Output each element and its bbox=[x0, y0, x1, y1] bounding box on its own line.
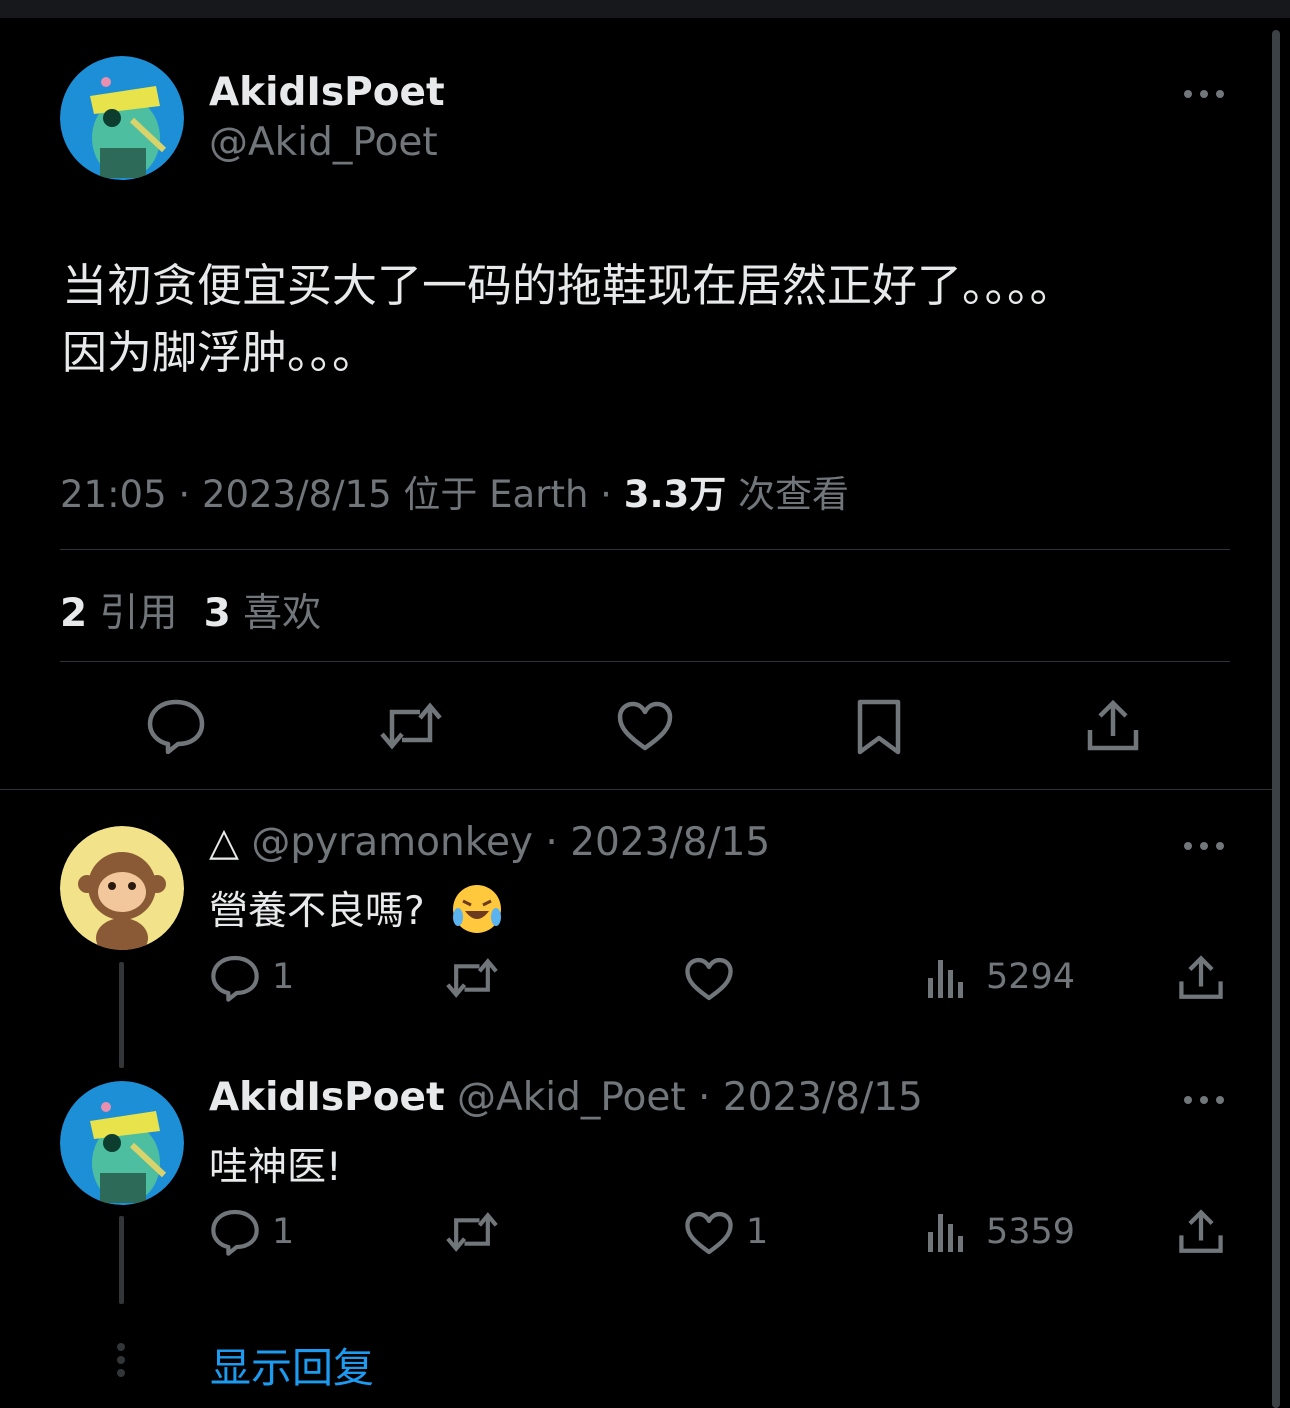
reply-text: 哇神医! bbox=[209, 1145, 342, 1190]
likes-count: 3 bbox=[203, 591, 231, 636]
share-icon[interactable] bbox=[1086, 698, 1140, 754]
reply-icon[interactable] bbox=[210, 954, 260, 1002]
reply-text-content: 營養不良嗎? bbox=[209, 889, 425, 934]
views-label: 次查看 bbox=[738, 473, 850, 516]
retweet-icon[interactable] bbox=[378, 702, 444, 750]
likes-stat[interactable]: 3 喜欢 bbox=[204, 591, 322, 636]
reply-date[interactable]: 2023/8/15 bbox=[723, 1075, 923, 1120]
quotes-count: 2 bbox=[60, 591, 88, 636]
view-count: 5294 bbox=[986, 957, 1076, 997]
triangle-icon: △ bbox=[209, 820, 239, 865]
quotes-label: 引用 bbox=[99, 591, 178, 636]
like-count: 1 bbox=[746, 1212, 769, 1252]
reply-handle[interactable]: @pyramonkey bbox=[251, 820, 533, 865]
reply-icon[interactable] bbox=[146, 698, 206, 754]
divider bbox=[0, 789, 1272, 790]
reply-header: AkidIsPoet @Akid_Poet · 2023/8/15 bbox=[209, 1075, 923, 1120]
view-count: 5359 bbox=[986, 1212, 1076, 1252]
tweet-date[interactable]: 2023/8/15 bbox=[202, 473, 392, 516]
views-icon[interactable] bbox=[926, 1210, 966, 1254]
thread-line bbox=[119, 962, 124, 1068]
tweet-location: 位于 Earth bbox=[403, 473, 589, 516]
divider bbox=[60, 661, 1230, 662]
reply-header: △ @pyramonkey · 2023/8/15 bbox=[209, 820, 771, 865]
thread-dots-icon bbox=[114, 1342, 128, 1382]
author-name[interactable]: AkidIsPoet bbox=[209, 70, 445, 115]
author-handle[interactable]: @Akid_Poet bbox=[209, 120, 438, 165]
likes-label: 喜欢 bbox=[243, 591, 322, 636]
retweet-icon[interactable] bbox=[444, 1212, 500, 1252]
views-count: 3.3万 bbox=[623, 473, 727, 516]
reply-text: 營養不良嗎? bbox=[209, 880, 503, 945]
reply-author-name[interactable]: AkidIsPoet bbox=[209, 1075, 445, 1120]
reply-icon[interactable] bbox=[210, 1208, 260, 1256]
reply-count: 1 bbox=[272, 1212, 295, 1252]
like-icon[interactable] bbox=[684, 1210, 734, 1256]
top-status-bar bbox=[0, 0, 1290, 18]
author-avatar[interactable] bbox=[60, 56, 184, 180]
more-icon[interactable] bbox=[1182, 84, 1226, 104]
show-replies-link[interactable]: 显示回复 bbox=[210, 1334, 374, 1394]
reply-date[interactable]: 2023/8/15 bbox=[570, 820, 770, 865]
views-icon[interactable] bbox=[926, 956, 966, 1000]
reply-avatar-pyramonkey[interactable] bbox=[60, 826, 184, 950]
bookmark-icon[interactable] bbox=[856, 698, 902, 756]
share-icon[interactable] bbox=[1178, 1208, 1224, 1256]
tweet-text-line1: 当初贪便宜买大了一码的拖鞋现在居然正好了。。。。 bbox=[62, 259, 1075, 312]
tweet-text-line2: 因为脚浮肿。。。 bbox=[62, 326, 378, 379]
tweet-text: 当初贪便宜买大了一码的拖鞋现在居然正好了。。。。 因为脚浮肿。。。 bbox=[62, 252, 1222, 386]
tweet-stats: 2 引用 3 喜欢 bbox=[60, 582, 321, 638]
thread-line bbox=[119, 1216, 124, 1304]
reply-handle[interactable]: @Akid_Poet bbox=[457, 1075, 686, 1120]
reply-avatar-akid[interactable] bbox=[60, 1081, 184, 1205]
reply-count: 1 bbox=[272, 957, 295, 997]
retweet-icon[interactable] bbox=[444, 958, 500, 998]
laughing-emoji-icon bbox=[451, 883, 503, 945]
like-icon[interactable] bbox=[684, 956, 734, 1002]
divider bbox=[60, 549, 1230, 550]
scrollbar[interactable] bbox=[1272, 30, 1280, 1408]
like-icon[interactable] bbox=[616, 700, 674, 752]
more-icon[interactable] bbox=[1182, 1090, 1226, 1110]
quotes-stat[interactable]: 2 引用 bbox=[60, 591, 178, 636]
tweet-meta: 21:05 · 2023/8/15 位于 Earth · 3.3万 次查看 bbox=[60, 473, 850, 516]
more-icon[interactable] bbox=[1182, 836, 1226, 856]
share-icon[interactable] bbox=[1178, 954, 1224, 1002]
tweet-time[interactable]: 21:05 bbox=[60, 473, 167, 516]
